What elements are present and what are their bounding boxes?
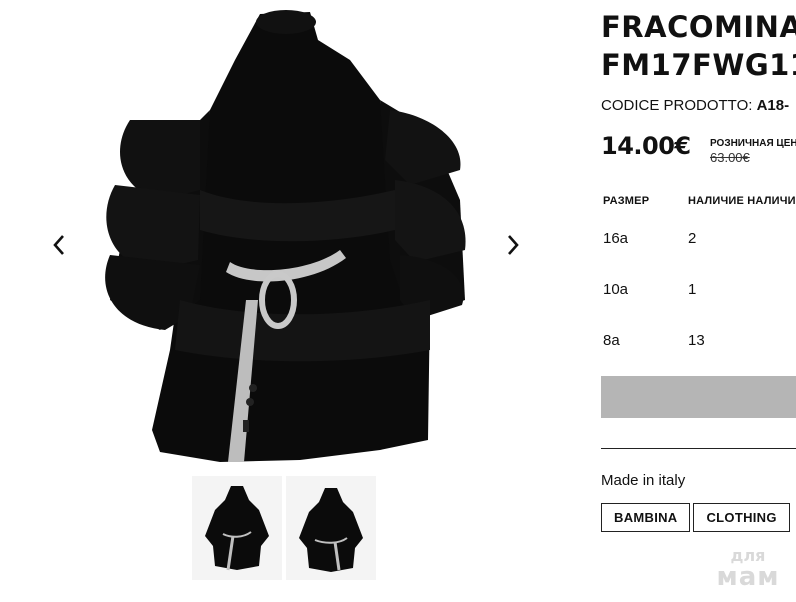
watermark-logo: для мам xyxy=(708,548,788,592)
product-info-panel: FRACOMINA FM17FWG119 CODICE PRODOTTO: A1… xyxy=(601,0,796,602)
next-image-button[interactable] xyxy=(498,228,528,262)
dress-thumbnail-image xyxy=(299,488,363,572)
table-row[interactable]: 10a 1 xyxy=(603,281,796,332)
current-price: 14.00€ xyxy=(601,132,691,160)
product-code-label: CODICE PRODOTTO: xyxy=(601,97,753,114)
size-cell: 8a xyxy=(603,332,620,349)
chevron-right-icon xyxy=(508,235,519,255)
add-to-cart-button[interactable] xyxy=(601,376,796,418)
divider xyxy=(601,448,796,449)
size-cell: 10a xyxy=(603,281,629,298)
watermark-line2: мам xyxy=(716,562,780,592)
tag-list: BAMBINA CLOTHING xyxy=(601,503,790,532)
tag-bambina[interactable]: BAMBINA xyxy=(601,503,691,532)
size-cell: 16a xyxy=(603,230,629,247)
quantity-cell: 2 xyxy=(688,230,697,247)
made-in-text: Made in italy xyxy=(601,472,686,489)
dress-thumbnail-image xyxy=(205,486,269,571)
size-column-header: РАЗМЕР xyxy=(603,195,650,207)
dress-image xyxy=(105,10,466,462)
retail-price-old: 63.00€ xyxy=(710,150,750,165)
product-code-value: A18- xyxy=(756,97,790,114)
tag-clothing[interactable]: CLOTHING xyxy=(693,503,790,532)
product-title-line1: FRACOMINA xyxy=(601,10,796,44)
thumbnail-2[interactable] xyxy=(286,476,376,580)
chevron-left-icon xyxy=(53,235,64,255)
quantity-cell: 1 xyxy=(688,281,697,298)
main-product-photo xyxy=(50,0,570,470)
product-title: FRACOMINA FM17FWG119 xyxy=(601,8,796,84)
prev-image-button[interactable] xyxy=(44,228,74,262)
retail-price-block: РОЗНИЧНАЯ ЦЕНА 63.00€ xyxy=(710,138,796,165)
product-code: CODICE PRODOTTO: A18- xyxy=(601,97,796,114)
stock-column-header: НАЛИЧИЕ НАЛИЧИЕ xyxy=(688,195,796,207)
quantity-cell: 13 xyxy=(688,332,705,349)
thumbnail-1[interactable] xyxy=(192,476,282,580)
product-gallery xyxy=(0,0,570,602)
thumbnail-strip xyxy=(192,476,376,580)
table-row[interactable]: 16a 2 xyxy=(603,230,796,281)
product-title-line2: FM17FWG119 xyxy=(601,48,796,82)
retail-price-label: РОЗНИЧНАЯ ЦЕНА xyxy=(710,138,796,149)
